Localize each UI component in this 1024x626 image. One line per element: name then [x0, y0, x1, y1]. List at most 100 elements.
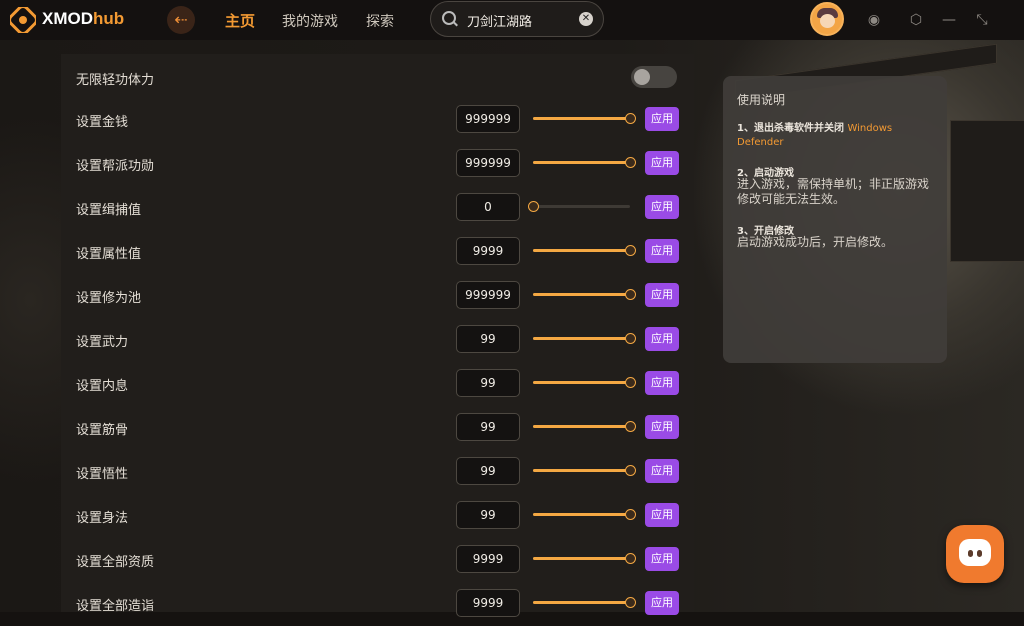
- value-input[interactable]: 999999: [456, 149, 520, 177]
- value-input[interactable]: 999999: [456, 281, 520, 309]
- setting-label: 设置全部资质: [76, 555, 155, 570]
- setting-row: 设置修为池 999999 应用: [61, 274, 694, 318]
- slider-handle[interactable]: [625, 553, 636, 564]
- setting-row: 设置帮派功勋 999999 应用: [61, 142, 694, 186]
- setting-row: 设置悟性 99 应用: [61, 450, 694, 494]
- apply-button[interactable]: 应用: [645, 151, 679, 175]
- setting-row: 设置金钱 999999 应用: [61, 98, 694, 142]
- value-slider[interactable]: [533, 113, 636, 124]
- value-slider[interactable]: [533, 377, 636, 388]
- setting-row: 设置属性值 9999 应用: [61, 230, 694, 274]
- slider-fill: [533, 161, 630, 164]
- setting-row: 设置缉捕值 0 应用: [61, 186, 694, 230]
- setting-row: 设置全部造诣 9999 应用: [61, 582, 694, 626]
- apply-button[interactable]: 应用: [645, 107, 679, 131]
- value-slider[interactable]: [533, 245, 636, 256]
- toggle-label: 无限轻功体力: [76, 73, 155, 88]
- minimize-icon[interactable]: —: [940, 11, 958, 29]
- slider-handle[interactable]: [625, 289, 636, 300]
- slider-handle[interactable]: [625, 465, 636, 476]
- value-input[interactable]: 99: [456, 457, 520, 485]
- slider-handle[interactable]: [528, 201, 539, 212]
- slider-handle[interactable]: [625, 113, 636, 124]
- slider-handle[interactable]: [625, 597, 636, 608]
- xmodhub-logo-icon: [10, 7, 36, 33]
- setting-label: 设置帮派功勋: [76, 159, 155, 174]
- fullscreen-icon[interactable]: ⤡: [973, 11, 991, 29]
- settings-icon[interactable]: ⬡: [907, 11, 925, 29]
- apply-button[interactable]: 应用: [645, 327, 679, 351]
- setting-label: 设置身法: [76, 511, 129, 526]
- value-input[interactable]: 9999: [456, 545, 520, 573]
- slider-fill: [533, 117, 630, 120]
- slider-fill: [533, 337, 630, 340]
- value-slider[interactable]: [533, 289, 636, 300]
- apply-button[interactable]: 应用: [645, 459, 679, 483]
- apply-button[interactable]: 应用: [645, 283, 679, 307]
- slider-handle[interactable]: [625, 245, 636, 256]
- setting-label: 设置属性值: [76, 247, 142, 262]
- setting-row: 设置内息 99 应用: [61, 362, 694, 406]
- value-slider[interactable]: [528, 201, 630, 212]
- instructions-card: 使用说明 1、退出杀毒软件并关闭 Windows Defender 2、启动游戏…: [723, 76, 947, 363]
- value-slider[interactable]: [533, 333, 636, 344]
- nav-home[interactable]: 主页: [225, 10, 255, 31]
- setting-label: 设置筋骨: [76, 423, 129, 438]
- nav-explore[interactable]: 探索: [366, 11, 394, 31]
- setting-label: 设置缉捕值: [76, 203, 142, 218]
- value-input[interactable]: 999999: [456, 105, 520, 133]
- value-slider[interactable]: [533, 421, 636, 432]
- value-slider[interactable]: [533, 509, 636, 520]
- chat-assistant-button[interactable]: [946, 525, 1004, 583]
- search-input[interactable]: [465, 9, 579, 31]
- search-box: ✕: [430, 1, 604, 37]
- setting-row: 设置武力 99 应用: [61, 318, 694, 362]
- back-button[interactable]: ⇠: [167, 6, 195, 34]
- setting-label: 设置悟性: [76, 467, 129, 482]
- setting-label: 设置修为池: [76, 291, 142, 306]
- apply-button[interactable]: 应用: [645, 415, 679, 439]
- slider-handle[interactable]: [625, 333, 636, 344]
- user-avatar[interactable]: [810, 2, 844, 36]
- step1-heading: 1、退出杀毒软件并关闭 Windows Defender: [737, 123, 893, 148]
- slider-fill: [533, 513, 630, 516]
- slider-fill: [533, 293, 630, 296]
- toggle-row: 无限轻功体力: [61, 54, 694, 98]
- infinite-stamina-toggle[interactable]: [631, 66, 677, 88]
- value-slider[interactable]: [533, 597, 636, 608]
- notification-icon[interactable]: ◉: [865, 11, 883, 29]
- apply-button[interactable]: 应用: [645, 503, 679, 527]
- setting-label: 设置内息: [76, 379, 129, 394]
- nav-my-games[interactable]: 我的游戏: [282, 11, 338, 31]
- slider-fill: [533, 469, 630, 472]
- slider-handle[interactable]: [625, 157, 636, 168]
- value-input[interactable]: 99: [456, 325, 520, 353]
- setting-row: 设置全部资质 9999 应用: [61, 538, 694, 582]
- step2-body: 进入游戏，需保持单机；非正版游戏修改可能无法生效。: [737, 177, 930, 206]
- clear-search-icon[interactable]: ✕: [579, 12, 593, 26]
- value-input[interactable]: 99: [456, 369, 520, 397]
- apply-button[interactable]: 应用: [645, 547, 679, 571]
- setting-label: 设置金钱: [76, 115, 129, 130]
- slider-fill: [533, 557, 630, 560]
- value-input[interactable]: 9999: [456, 237, 520, 265]
- slider-handle[interactable]: [625, 509, 636, 520]
- value-input[interactable]: 99: [456, 501, 520, 529]
- setting-row: 设置筋骨 99 应用: [61, 406, 694, 450]
- setting-label: 设置全部造诣: [76, 599, 155, 614]
- value-slider[interactable]: [533, 553, 636, 564]
- slider-handle[interactable]: [625, 377, 636, 388]
- value-input[interactable]: 99: [456, 413, 520, 441]
- setting-label: 设置武力: [76, 335, 129, 350]
- apply-button[interactable]: 应用: [645, 591, 679, 615]
- apply-button[interactable]: 应用: [645, 195, 679, 219]
- value-input[interactable]: 9999: [456, 589, 520, 617]
- value-slider[interactable]: [533, 465, 636, 476]
- brand-name: XMODhub: [42, 9, 125, 28]
- value-slider[interactable]: [533, 157, 636, 168]
- slider-fill: [533, 601, 630, 604]
- value-input[interactable]: 0: [456, 193, 520, 221]
- apply-button[interactable]: 应用: [645, 371, 679, 395]
- slider-handle[interactable]: [625, 421, 636, 432]
- apply-button[interactable]: 应用: [645, 239, 679, 263]
